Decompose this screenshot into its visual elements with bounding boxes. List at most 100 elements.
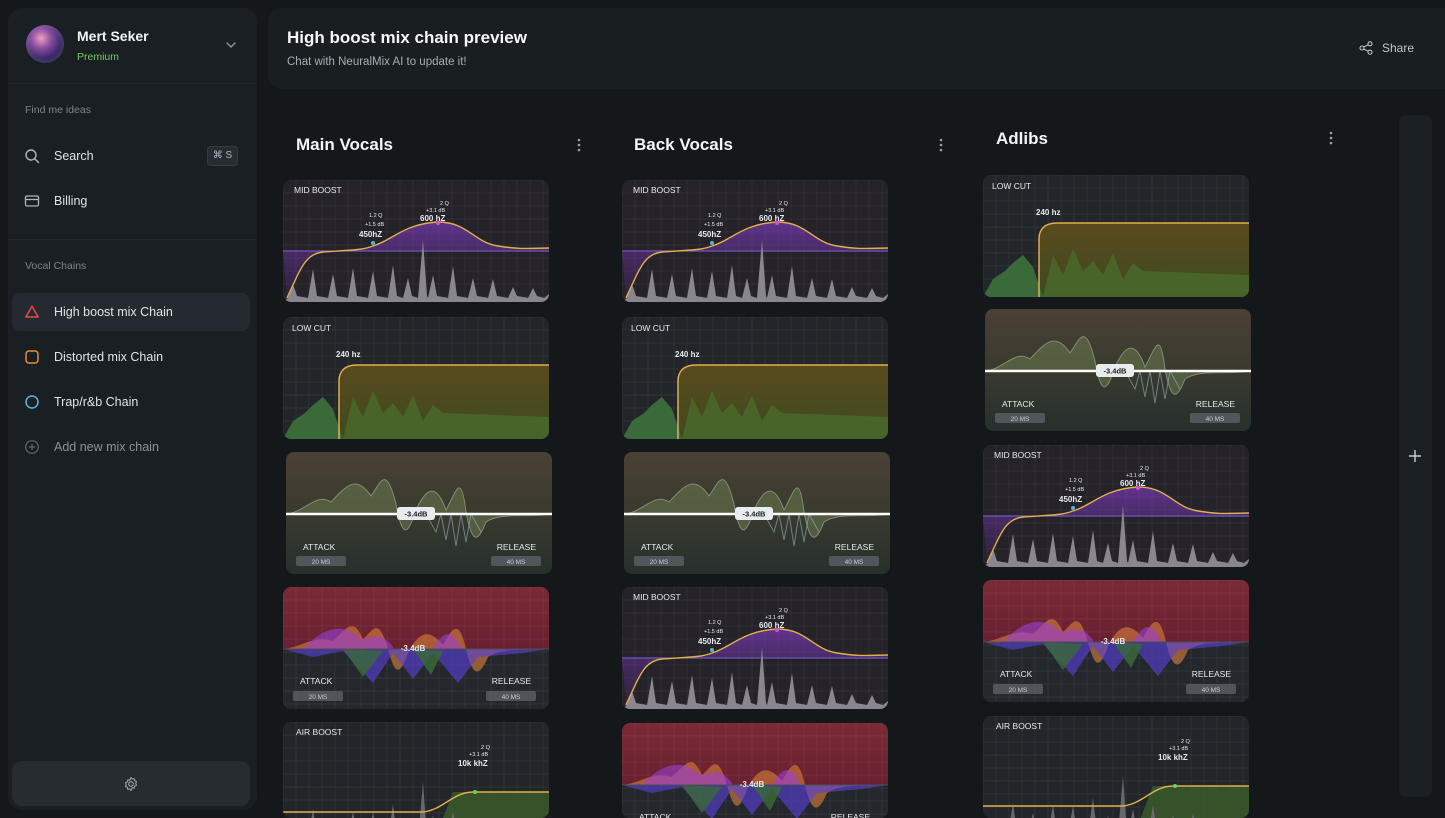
billing-item[interactable]: Billing (12, 182, 250, 220)
svg-text:MID BOOST: MID BOOST (994, 450, 1042, 460)
search-shortcut: ⌘ S (207, 146, 238, 166)
page-title: High boost mix chain preview (287, 28, 527, 47)
saturation-card[interactable]: -3.4dB ATTACK 20 MS RELEASE 40 MS (622, 723, 888, 818)
divider (8, 239, 257, 240)
svg-text:+1.5 dB: +1.5 dB (704, 629, 723, 635)
svg-text:-3.4dB: -3.4dB (743, 510, 767, 519)
share-label: Share (1382, 41, 1415, 55)
svg-text:-3.4dB: -3.4dB (1104, 367, 1128, 376)
plus-circle-icon (25, 440, 39, 454)
svg-text:2 Q: 2 Q (1181, 739, 1191, 745)
plus-icon[interactable] (1408, 449, 1422, 463)
settings-button[interactable] (12, 761, 250, 806)
add-chain-label: Add new mix chain (54, 440, 159, 454)
svg-text:LOW CUT: LOW CUT (992, 181, 1031, 191)
svg-text:2 Q: 2 Q (779, 608, 789, 614)
svg-text:10k khZ: 10k khZ (1158, 753, 1188, 762)
mid-boost-card[interactable]: 1.2 Q +1.5 dB 450hZ 2 Q +3.1 dB 600 hZ MID B… (983, 445, 1249, 567)
svg-text:AIR BOOST: AIR BOOST (996, 721, 1042, 731)
chain-label: High boost mix Chain (54, 305, 173, 319)
page-header: High boost mix chain preview Chat with N… (268, 8, 1445, 89)
search-label: Search (54, 149, 94, 163)
svg-text:+1.5 dB: +1.5 dB (1065, 487, 1084, 493)
column-title-adlibs: Adlibs (996, 129, 1048, 148)
square-icon (25, 350, 39, 364)
air-boost-visualization: 2 Q+3.1 dB10k khZ AIR BOOST (283, 722, 549, 818)
search-icon (25, 149, 40, 164)
chain-item-high-boost[interactable]: High boost mix Chain (12, 293, 250, 331)
svg-text:-3.4dB: -3.4dB (740, 780, 765, 789)
air-boost-card[interactable]: 2 Q +3.1 dB 10k khZ AIR BOOST (283, 722, 549, 818)
saturation-visualization: -3.4dB ATTACK 20 MS RELEASE 40 MS (622, 723, 888, 818)
svg-text:ATTACK: ATTACK (639, 812, 672, 818)
svg-text:ATTACK: ATTACK (300, 676, 333, 686)
svg-text:1.2 Q: 1.2 Q (1069, 478, 1083, 484)
svg-text:2 Q: 2 Q (779, 201, 789, 207)
mid-boost-visualization: 1.2 Q+1.5 dB450hZ 2 Q+3.1 dB600 hZ MID B… (283, 180, 549, 302)
section-label-chains: Vocal Chains (25, 260, 87, 272)
svg-text:-3.4dB: -3.4dB (405, 510, 429, 519)
mid-boost-card[interactable]: 1.2 Q +1.5 dB 450hZ 2 Q +3.1 dB 600 hZ MID B… (622, 587, 888, 709)
saturation-card[interactable]: -3.4dB ATTACK 20 MS RELEASE 40 MS (283, 587, 549, 709)
svg-text:2 Q: 2 Q (1140, 466, 1150, 472)
compressor-card[interactable]: -3.4dB ATTACK 20 MS RELEASE 40 MS (985, 309, 1251, 431)
column-title-back-vocals: Back Vocals (634, 135, 733, 154)
svg-text:240 hz: 240 hz (336, 350, 360, 359)
svg-text:ATTACK: ATTACK (303, 542, 336, 552)
more-options-icon[interactable] (1329, 131, 1333, 145)
chevron-down-icon[interactable] (224, 38, 238, 52)
saturation-card[interactable]: -3.4dB ATTACK 20 MS RELEASE 40 MS (983, 580, 1249, 702)
svg-text:40 MS: 40 MS (507, 559, 526, 566)
svg-text:600 hZ: 600 hZ (1120, 479, 1145, 488)
svg-text:MID BOOST: MID BOOST (294, 185, 342, 195)
svg-text:20 MS: 20 MS (1009, 687, 1028, 694)
search-item[interactable]: Search ⌘ S (12, 137, 250, 175)
user-profile[interactable]: Mert Seker Premium (8, 8, 257, 84)
card-icon (24, 195, 40, 207)
add-chain-button[interactable]: Add new mix chain (12, 428, 250, 466)
more-options-icon[interactable] (577, 138, 581, 152)
svg-text:1.2 Q: 1.2 Q (369, 213, 383, 219)
svg-text:600 hZ: 600 hZ (759, 214, 784, 223)
mid-boost-card[interactable]: 1.2 Q +1.5 dB 450hZ 2 Q +3.1 dB 600 hZ MID B… (283, 180, 549, 302)
section-label-ideas: Find me ideas (25, 104, 91, 116)
svg-text:LOW CUT: LOW CUT (631, 323, 670, 333)
svg-text:MID BOOST: MID BOOST (633, 592, 681, 602)
svg-text:600 hZ: 600 hZ (420, 214, 445, 223)
svg-text:ATTACK: ATTACK (641, 542, 674, 552)
svg-text:2 Q: 2 Q (481, 745, 491, 751)
svg-text:1.2 Q: 1.2 Q (708, 213, 722, 219)
mid-boost-card[interactable]: 1.2 Q +1.5 dB 450hZ 2 Q +3.1 dB 600 hZ MID B… (622, 180, 888, 302)
air-boost-card[interactable]: 2 Q +3.1 dB 10k khZ AIR BOOST (983, 716, 1249, 818)
more-options-icon[interactable] (939, 138, 943, 152)
compressor-card[interactable]: -3.4dB ATTACK 20 MS RELEASE 40 MS (624, 452, 890, 574)
chain-item-distorted[interactable]: Distorted mix Chain (12, 338, 250, 376)
mid-boost-visualization: 1.2 Q+1.5 dB450hZ 2 Q+3.1 dB600 hZ MID B… (622, 587, 888, 709)
low-cut-card[interactable]: 240 hz LOW CUT (283, 317, 549, 439)
mid-boost-visualization: 1.2 Q+1.5 dB450hZ 2 Q+3.1 dB600 hZ MID B… (983, 445, 1249, 567)
share-button[interactable]: Share (1359, 39, 1429, 57)
compressor-card[interactable]: -3.4dB ATTACK 20 MS RELEASE 40 MS (286, 452, 552, 574)
share-icon (1359, 41, 1373, 55)
svg-text:2 Q: 2 Q (440, 201, 450, 207)
svg-text:RELEASE: RELEASE (835, 542, 875, 552)
svg-text:450hZ: 450hZ (359, 230, 382, 239)
low-cut-card[interactable]: 240 hz LOW CUT (622, 317, 888, 439)
svg-text:ATTACK: ATTACK (1000, 669, 1033, 679)
low-cut-visualization: 240 hz LOW CUT (983, 175, 1249, 297)
air-boost-visualization: 2 Q+3.1 dB10k khZ AIR BOOST (983, 716, 1249, 818)
chain-label: Distorted mix Chain (54, 350, 164, 364)
svg-text:RELEASE: RELEASE (492, 676, 532, 686)
chain-item-trap-rnb[interactable]: Trap/r&b Chain (12, 383, 250, 421)
svg-text:600 hZ: 600 hZ (759, 621, 784, 630)
svg-text:+3.1 dB: +3.1 dB (1169, 746, 1188, 752)
avatar (26, 25, 64, 63)
svg-text:RELEASE: RELEASE (1196, 399, 1236, 409)
svg-text:40 MS: 40 MS (1202, 687, 1221, 694)
billing-label: Billing (54, 194, 88, 208)
low-cut-card[interactable]: 240 hz LOW CUT (983, 175, 1249, 297)
sidebar: Mert Seker Premium Find me ideas Search … (8, 8, 257, 810)
user-plan-badge: Premium (77, 51, 120, 63)
svg-text:240 hz: 240 hz (675, 350, 699, 359)
app-window: Mert Seker Premium Find me ideas Search … (0, 0, 1445, 818)
